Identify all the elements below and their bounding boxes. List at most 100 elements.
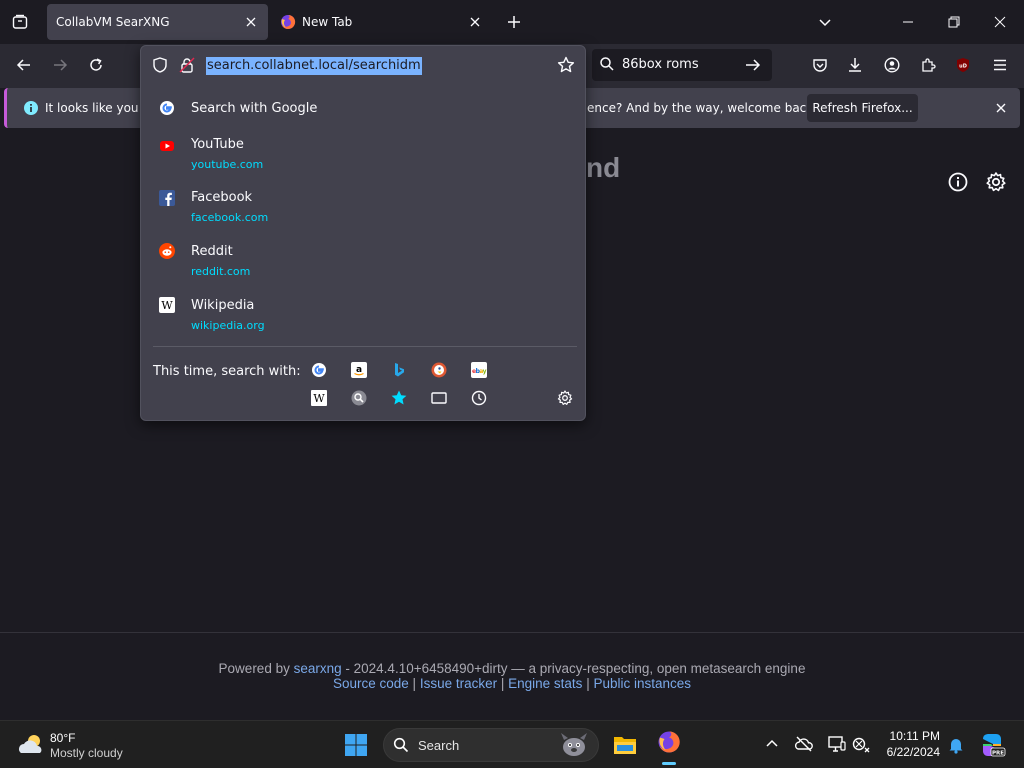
footer-powered-by: Powered by <box>218 661 290 676</box>
weather-widget[interactable]: 80°F Mostly cloudy <box>12 725 142 765</box>
notification-text-right: ence? And by the way, welcome back! <box>587 101 819 115</box>
oneoff-wikipedia-button[interactable]: W <box>308 387 330 409</box>
app-menu-button[interactable] <box>985 50 1015 80</box>
tab-close-button[interactable] <box>466 13 484 31</box>
suggestion-url: facebook.com <box>191 211 269 224</box>
reload-button[interactable] <box>81 50 111 80</box>
star-bookmark-icon[interactable] <box>557 56 575 74</box>
firefox-view-button[interactable] <box>6 8 34 36</box>
tab-new-tab[interactable]: New Tab <box>272 4 492 40</box>
reload-icon <box>90 58 102 71</box>
ublock-origin-button[interactable]: uD <box>948 50 978 80</box>
google-icon <box>160 101 174 115</box>
url-input[interactable]: search.collabnet.local/searchidm <box>206 57 422 75</box>
list-all-tabs-button[interactable] <box>811 8 839 36</box>
close-window-button[interactable] <box>986 8 1014 36</box>
footer-separator: | <box>586 676 590 691</box>
svg-text:y: y <box>483 368 487 375</box>
oneoff-tabs-button[interactable] <box>428 387 450 409</box>
suggestion-url: wikipedia.org <box>191 319 265 332</box>
refresh-firefox-button[interactable]: Refresh Firefox... <box>807 94 918 122</box>
tab-collabvm-searxng[interactable]: CollabVM SearXNG <box>47 4 268 40</box>
clock-date: 6/22/2024 <box>886 745 940 759</box>
extensions-button[interactable] <box>913 50 943 80</box>
bookmark-star-icon <box>391 390 407 405</box>
notification-close-button[interactable] <box>992 99 1010 117</box>
notifications-button[interactable] <box>946 735 966 755</box>
download-icon <box>849 58 861 72</box>
oneoff-google-button[interactable] <box>308 359 330 381</box>
page-info-button[interactable] <box>947 171 969 193</box>
search-go-button[interactable] <box>744 56 762 74</box>
tab-bar: CollabVM SearXNG New Tab <box>0 0 1024 44</box>
suggestion-url: reddit.com <box>191 265 251 278</box>
searxng-link[interactable]: searxng <box>294 661 342 676</box>
search-with-label: This time, search with: <box>153 364 301 379</box>
oneoff-bookmarks-button[interactable] <box>388 387 410 409</box>
suggestion-search-google[interactable]: Search with Google <box>141 96 587 122</box>
oneoff-amazon-button[interactable]: a <box>348 359 370 381</box>
back-button[interactable] <box>9 50 39 80</box>
restore-button[interactable] <box>940 8 968 36</box>
clock-area[interactable]: 10:11 PM 6/22/2024 <box>880 726 944 764</box>
chevron-up-icon <box>766 739 778 747</box>
taskbar-file-explorer[interactable] <box>609 729 641 761</box>
minimize-button[interactable] <box>894 8 922 36</box>
tab-title: New Tab <box>302 15 353 29</box>
bell-icon <box>949 739 963 754</box>
suggestion-url: youtube.com <box>191 158 264 171</box>
history-clock-icon <box>471 390 487 406</box>
oneoff-ebay-button[interactable]: ebay <box>468 359 490 381</box>
downloads-button[interactable] <box>840 50 870 80</box>
show-hidden-icons-button[interactable] <box>763 735 781 753</box>
active-app-indicator <box>662 762 676 765</box>
close-icon <box>470 17 480 27</box>
oneoff-bing-button[interactable] <box>388 359 410 381</box>
close-icon <box>994 16 1006 28</box>
info-icon <box>24 101 38 115</box>
oneoff-searxng-button[interactable] <box>348 387 370 409</box>
account-button[interactable] <box>877 50 907 80</box>
issue-tracker-link[interactable]: Issue tracker <box>420 676 497 691</box>
chevron-down-icon <box>819 19 831 27</box>
display-tray-icon[interactable] <box>827 734 847 754</box>
copilot-button[interactable]: PRE <box>978 731 1006 759</box>
forward-button[interactable] <box>45 50 75 80</box>
suggestion-youtube[interactable]: YouTube youtube.com <box>141 134 587 178</box>
oneoff-history-button[interactable] <box>468 387 490 409</box>
tabs-icon <box>431 392 447 404</box>
suggestion-title: Wikipedia <box>191 298 255 313</box>
searxng-icon <box>351 390 367 406</box>
taskbar-search-box[interactable]: Search <box>383 728 599 762</box>
start-button[interactable] <box>340 729 372 761</box>
page-settings-button[interactable] <box>985 171 1007 193</box>
svg-text:W: W <box>161 299 173 312</box>
public-instances-link[interactable]: Public instances <box>593 676 691 691</box>
search-settings-button[interactable] <box>554 387 576 409</box>
search-bar[interactable]: 86box roms <box>592 49 772 81</box>
engine-stats-link[interactable]: Engine stats <box>508 676 582 691</box>
oneoff-duckduckgo-button[interactable] <box>428 359 450 381</box>
urlbar-dropdown: search.collabnet.local/searchidm Search … <box>140 45 586 421</box>
search-bar-text: 86box roms <box>622 57 699 72</box>
suggestion-wikipedia[interactable]: W Wikipedia wikipedia.org <box>141 295 587 339</box>
onedrive-tray-icon[interactable] <box>794 735 814 753</box>
network-tray-icon[interactable] <box>852 735 872 753</box>
page-heading-partial: nd <box>586 152 621 183</box>
folder-icon <box>614 737 636 754</box>
facebook-icon <box>159 190 175 206</box>
suggestion-facebook[interactable]: Facebook facebook.com <box>141 187 587 231</box>
insecure-lock-icon[interactable] <box>179 57 195 73</box>
tab-close-button[interactable] <box>242 13 260 31</box>
pocket-icon <box>813 59 827 72</box>
tracking-protection-shield-icon[interactable] <box>152 57 168 73</box>
forward-arrow-icon <box>54 59 68 71</box>
source-code-link[interactable]: Source code <box>333 676 409 691</box>
puzzle-icon <box>922 58 936 72</box>
new-tab-button[interactable] <box>500 8 528 36</box>
close-icon <box>996 103 1006 113</box>
gear-icon <box>557 390 573 405</box>
taskbar-firefox[interactable] <box>652 727 686 765</box>
suggestion-reddit[interactable]: Reddit reddit.com <box>141 241 587 285</box>
pocket-button[interactable] <box>805 50 835 80</box>
